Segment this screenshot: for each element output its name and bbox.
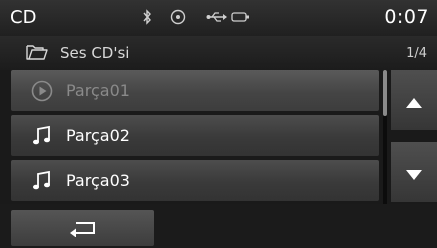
play-circle-icon xyxy=(31,80,53,106)
disc-icon xyxy=(170,9,186,29)
scroll-down-button[interactable] xyxy=(391,142,437,202)
status-bar: CD 0:07 xyxy=(0,0,437,36)
folder-header: Ses CD'si 1/4 xyxy=(0,36,437,70)
folder-title: Ses CD'si xyxy=(60,44,130,62)
battery-icon xyxy=(231,9,251,29)
usb-icon xyxy=(206,9,228,29)
scrollbar[interactable] xyxy=(383,70,387,204)
back-button[interactable] xyxy=(11,210,154,246)
page-indicator: 1/4 xyxy=(406,46,427,61)
bluetooth-icon xyxy=(142,9,152,29)
track-label: Parça03 xyxy=(66,171,130,190)
back-arrow-icon xyxy=(68,219,98,241)
track-label: Parça01 xyxy=(66,81,130,100)
clock: 0:07 xyxy=(384,6,429,28)
music-note-icon xyxy=(31,125,53,151)
scroll-thumb[interactable] xyxy=(383,70,387,116)
track-row-3[interactable]: Parça03 xyxy=(11,160,379,201)
track-row-2[interactable]: Parça02 xyxy=(11,115,379,156)
scroll-up-button[interactable] xyxy=(391,70,437,130)
source-title: CD xyxy=(10,7,37,28)
folder-icon xyxy=(25,42,49,66)
music-note-icon xyxy=(31,170,53,196)
bottom-bar xyxy=(0,204,437,248)
arrow-down-icon xyxy=(405,166,423,185)
track-label: Parça02 xyxy=(66,126,130,145)
cd-player-screen: CD 0:07 Ses CD'si 1/4 Parça01 Parça02 Pa… xyxy=(0,0,437,248)
arrow-up-icon xyxy=(405,94,423,113)
track-row-1[interactable]: Parça01 xyxy=(11,70,379,111)
